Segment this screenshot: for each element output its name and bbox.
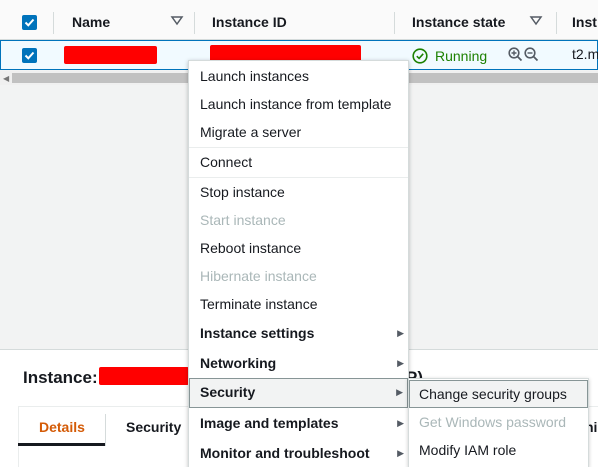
zoom-out-icon[interactable] xyxy=(524,47,539,62)
menu-item-label: Reboot instance xyxy=(200,240,302,256)
menu-item-modify-iam-role[interactable]: Modify IAM role xyxy=(409,436,588,464)
menu-item-label: Monitor and troubleshoot xyxy=(200,445,370,461)
redacted-instance-title xyxy=(99,367,189,385)
menu-item-label: Start instance xyxy=(200,212,286,228)
submenu-arrow-icon: ▶ xyxy=(397,418,404,428)
tab-details[interactable]: Details xyxy=(39,419,85,435)
table-header: Name Instance ID Instance state Inst xyxy=(0,0,598,40)
tab-security[interactable]: Security xyxy=(126,419,181,435)
menu-item-label: Networking xyxy=(200,355,277,371)
redacted-name xyxy=(64,46,157,64)
sort-down-icon[interactable] xyxy=(529,13,543,27)
menu-item-label: Get Windows password xyxy=(419,414,567,430)
active-tab-indicator xyxy=(18,443,105,446)
menu-item-start-instance: Start instance xyxy=(189,206,408,234)
zoom-in-icon[interactable] xyxy=(508,47,523,62)
menu-item-get-windows-password: Get Windows password xyxy=(409,408,588,436)
menu-item-label: Change security groups xyxy=(419,386,567,402)
select-all-checkbox[interactable] xyxy=(22,15,37,30)
menu-item-label: Launch instances xyxy=(200,68,309,84)
column-header-name[interactable]: Name xyxy=(72,0,110,40)
submenu-arrow-icon: ▶ xyxy=(397,328,404,338)
check-circle-icon xyxy=(412,48,428,64)
menu-item-migrate-server[interactable]: Migrate a server xyxy=(189,118,408,146)
menu-item-label: Stop instance xyxy=(200,184,285,200)
instance-type-cell: t2.m xyxy=(572,46,598,62)
menu-item-change-security-groups[interactable]: Change security groups xyxy=(409,380,588,408)
instance-state: Running xyxy=(412,47,487,65)
menu-item-label: Migrate a server xyxy=(200,124,302,140)
submenu-arrow-icon: ▶ xyxy=(397,358,404,368)
menu-item-label: Security xyxy=(200,384,256,400)
menu-item-networking[interactable]: Networking ▶ xyxy=(189,349,408,377)
column-divider xyxy=(556,12,557,34)
column-header-instance-type[interactable]: Inst xyxy=(572,0,597,40)
menu-item-connect[interactable]: Connect xyxy=(189,148,408,176)
menu-item-security[interactable]: Security ▶ xyxy=(189,378,408,408)
instance-actions-menu: Launch instances Launch instance from te… xyxy=(188,60,409,467)
scroll-left-icon[interactable]: ◀ xyxy=(3,74,9,83)
row-checkbox[interactable] xyxy=(22,48,37,63)
menu-item-label: Modify IAM role xyxy=(419,442,517,458)
menu-item-label: Hibernate instance xyxy=(200,268,317,284)
column-divider xyxy=(394,12,395,34)
menu-item-label: Image and templates xyxy=(200,415,339,431)
menu-item-launch-from-template[interactable]: Launch instance from template xyxy=(189,90,408,118)
menu-item-image-and-templates[interactable]: Image and templates ▶ xyxy=(189,409,408,437)
submenu-arrow-icon: ▶ xyxy=(396,387,403,397)
menu-item-label: Instance settings xyxy=(200,325,315,341)
details-title: Instance: xyxy=(23,368,98,387)
menu-item-hibernate-instance: Hibernate instance xyxy=(189,262,408,290)
menu-item-stop-instance[interactable]: Stop instance xyxy=(189,178,408,206)
menu-item-launch-instances[interactable]: Launch instances xyxy=(189,62,408,90)
submenu-arrow-icon: ▶ xyxy=(397,448,404,458)
menu-item-reboot-instance[interactable]: Reboot instance xyxy=(189,234,408,262)
menu-item-terminate-instance[interactable]: Terminate instance xyxy=(189,290,408,318)
menu-item-label: Connect xyxy=(200,154,253,170)
tab-divider xyxy=(105,414,106,446)
security-submenu: Change security groups Get Windows passw… xyxy=(408,378,589,467)
sort-down-icon[interactable] xyxy=(170,13,184,27)
menu-item-label: Launch instance from template xyxy=(200,96,392,112)
menu-item-label: Terminate instance xyxy=(200,296,318,312)
column-divider xyxy=(53,12,54,34)
menu-item-monitor-and-troubleshoot[interactable]: Monitor and troubleshoot ▶ xyxy=(189,439,408,467)
column-header-instance-state[interactable]: Instance state xyxy=(412,0,505,40)
column-header-instance-id[interactable]: Instance ID xyxy=(212,0,287,40)
menu-item-instance-settings[interactable]: Instance settings ▶ xyxy=(189,319,408,347)
column-divider xyxy=(194,12,195,34)
instance-state-label: Running xyxy=(435,48,488,64)
